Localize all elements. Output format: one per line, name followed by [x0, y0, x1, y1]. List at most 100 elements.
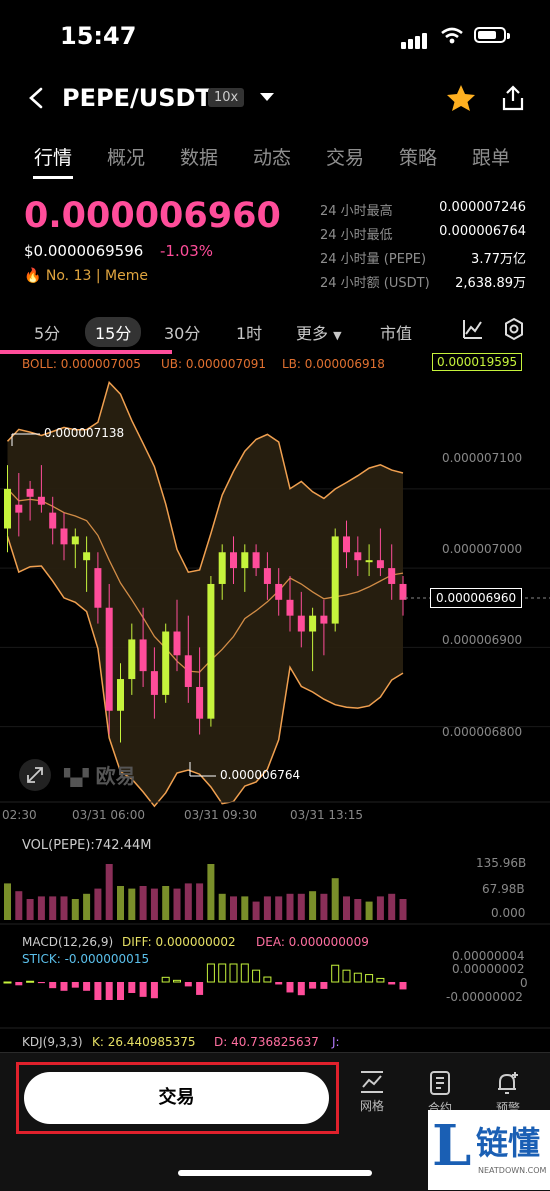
interval-more[interactable]: 更多 ▼ — [296, 320, 342, 344]
grid-button[interactable]: 网格 — [347, 1070, 397, 1114]
exchange-logo-icon: ▚▞ — [64, 768, 89, 787]
volume-bar — [275, 896, 283, 920]
interval-30m[interactable]: 30分 — [164, 320, 200, 344]
y-tick: 0.000007100 — [442, 451, 523, 465]
macd-bar — [376, 977, 385, 983]
rank-line: 🔥 No. 13 | Meme — [24, 268, 148, 284]
candle-body — [26, 488, 34, 497]
candle-body — [230, 552, 237, 569]
settings-icon[interactable] — [503, 317, 525, 341]
tab-market[interactable]: 行情 — [34, 143, 72, 170]
candle-body — [354, 552, 362, 561]
macd-bar — [297, 982, 305, 996]
low-label: 0.000006764 — [220, 768, 301, 782]
volume-bar — [365, 901, 373, 920]
macd-bar — [105, 982, 113, 1000]
home-indicator[interactable] — [178, 1170, 372, 1176]
volume-bar — [252, 901, 260, 920]
stat-value: 0.000007246 — [439, 200, 526, 215]
market-cap-toggle[interactable]: 市值 — [380, 320, 412, 344]
expand-icon[interactable] — [18, 758, 52, 792]
category-tag[interactable]: Meme — [105, 268, 148, 284]
volume-bar — [139, 886, 147, 920]
macd-bar — [206, 963, 215, 983]
volume-bar — [26, 899, 34, 920]
candle-body — [117, 679, 124, 711]
macd-bar — [83, 982, 91, 991]
kdj-j: J: — [332, 1035, 340, 1049]
macd-bar — [3, 981, 12, 984]
boll-value: BOLL: 0.000007005 — [22, 357, 141, 371]
chevron-down-icon: ▼ — [333, 329, 342, 342]
candle-body — [196, 686, 204, 719]
share-icon[interactable] — [500, 84, 526, 112]
tab-data[interactable]: 数据 — [180, 143, 218, 170]
macd-dea: DEA: 0.000000009 — [256, 935, 369, 949]
volume-bar — [173, 888, 181, 920]
candle-body — [184, 655, 192, 687]
candle-body — [4, 488, 11, 529]
volume-bar — [263, 896, 271, 920]
candle-body — [49, 512, 57, 529]
macd-stick: STICK: -0.000000015 — [22, 952, 150, 966]
battery-icon — [474, 27, 510, 43]
x-tick: 02:30 — [2, 808, 37, 822]
boll-highlight-bar — [0, 350, 172, 354]
volume-bar — [71, 899, 79, 920]
tab-copy[interactable]: 跟单 — [472, 143, 510, 170]
watermark-letter: L — [432, 1113, 472, 1179]
macd-bar — [71, 982, 79, 988]
kdj-d: D: 40.736825637 — [214, 1035, 319, 1049]
volume-bar — [241, 896, 249, 920]
watermark-url: NEATDOWN.COM — [478, 1166, 547, 1175]
y-tick: 0.000007000 — [442, 542, 523, 556]
candle-body — [263, 568, 271, 584]
volume-bar — [150, 888, 158, 920]
interval-15m[interactable]: 15分 — [85, 317, 142, 347]
macd-bar — [353, 972, 362, 983]
macd-bar — [150, 982, 158, 999]
status-bar: 15:47 — [0, 0, 550, 70]
volume-bar — [343, 896, 350, 920]
fire-icon: 🔥 — [24, 268, 42, 284]
candle-body — [15, 504, 23, 513]
macd-bar — [218, 963, 227, 983]
stat-label: 24 小时最高 — [320, 204, 393, 219]
volume-bar — [230, 896, 237, 920]
candle-body — [331, 536, 339, 624]
tab-strategy[interactable]: 策略 — [399, 143, 437, 170]
candle-body — [83, 552, 91, 561]
volume-bar — [297, 893, 305, 920]
pair-title[interactable]: PEPE/USDT — [62, 84, 212, 112]
tab-overview[interactable]: 概况 — [107, 143, 145, 170]
stat-label: 24 小时最低 — [320, 228, 393, 243]
candle-body — [128, 639, 136, 680]
chevron-down-icon[interactable] — [259, 92, 275, 102]
macd-bar — [60, 982, 68, 991]
tab-trade[interactable]: 交易 — [326, 143, 364, 170]
macd-bar — [139, 982, 147, 997]
macd-bar — [196, 982, 204, 995]
macd-bar — [399, 982, 407, 990]
interval-5m[interactable]: 5分 — [34, 320, 60, 344]
candle-body — [343, 536, 350, 553]
x-tick: 03/31 09:30 — [184, 808, 257, 822]
volume-title: VOL(PEPE):742.44M — [22, 838, 152, 853]
macd-tick: -0.00000002 — [446, 990, 523, 1004]
signal-icon — [401, 30, 429, 49]
volume-bar — [162, 886, 170, 920]
volume-bar — [207, 864, 215, 920]
tab-news[interactable]: 动态 — [253, 143, 291, 170]
macd-tick: 0.00000004 — [452, 949, 525, 963]
star-icon[interactable] — [446, 84, 476, 112]
back-icon[interactable] — [26, 86, 46, 110]
volume-bar — [117, 886, 124, 920]
stat-value: 0.000006764 — [439, 224, 526, 239]
macd-bar — [229, 963, 238, 983]
interval-1h[interactable]: 1时 — [236, 320, 262, 344]
volume-bar — [184, 883, 192, 920]
indicator-icon[interactable] — [462, 318, 484, 340]
current-price-tag: 0.000006960 — [430, 588, 523, 608]
candle-body — [286, 599, 294, 616]
macd-bar — [161, 976, 170, 983]
